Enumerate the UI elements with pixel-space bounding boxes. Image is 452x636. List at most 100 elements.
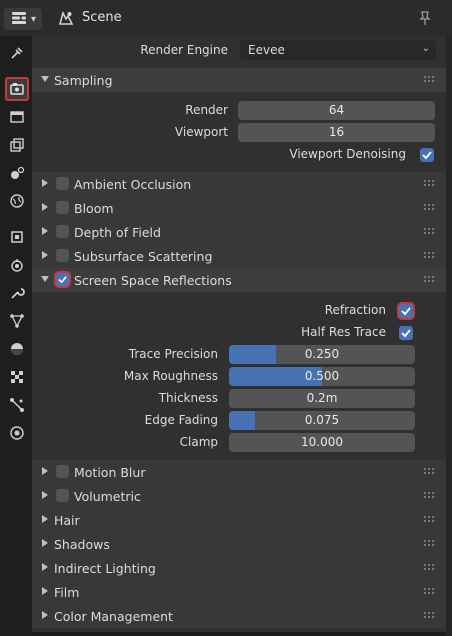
- viewport-denoising-label: Viewport Denoising: [289, 147, 406, 161]
- drag-handle-icon[interactable]: [424, 76, 436, 84]
- modifier-icon: [11, 259, 23, 272]
- panel-header-subsurface-scattering[interactable]: Subsurface Scattering: [32, 244, 446, 268]
- render-engine-label: Render Engine: [140, 43, 228, 57]
- pin-icon[interactable]: [418, 10, 432, 26]
- tab-data[interactable]: [5, 421, 29, 445]
- tab-tool[interactable]: [5, 41, 29, 65]
- volumetric-checkbox[interactable]: [56, 489, 69, 502]
- drag-handle-icon[interactable]: [424, 492, 436, 500]
- panel-header-motion-blur[interactable]: Motion Blur: [32, 460, 446, 484]
- trace-precision-slider[interactable]: 0.250: [229, 345, 415, 364]
- drag-handle-icon[interactable]: [424, 204, 436, 212]
- properties-editor: ▾ Scene Render Engine Eevee ⌄ Sampling R…: [0, 0, 452, 636]
- collapsed-arrow-icon: [42, 251, 48, 259]
- drag-handle-icon[interactable]: [424, 540, 436, 548]
- panel-title: Volumetric: [74, 489, 141, 504]
- panel-title: Sampling: [54, 73, 113, 88]
- tab-modifiers[interactable]: [5, 253, 29, 277]
- panel-header-hair[interactable]: Hair: [32, 508, 446, 532]
- checkmark-icon: [401, 307, 411, 316]
- drag-handle-icon[interactable]: [424, 612, 436, 620]
- tab-render[interactable]: [5, 77, 29, 101]
- panel-body-screen-space-reflections: Refraction Half Res Trace Trace Precisio…: [32, 292, 446, 460]
- tab-physics[interactable]: [5, 337, 29, 361]
- tab-object[interactable]: [5, 225, 29, 249]
- edge-fading-slider[interactable]: 0.075: [229, 411, 415, 430]
- tab-view-layer[interactable]: [5, 133, 29, 157]
- panel-header-volumetric[interactable]: Volumetric: [32, 484, 446, 508]
- panel-header-film[interactable]: Film: [32, 580, 446, 604]
- panel-title: Shadows: [54, 537, 110, 552]
- drag-handle-icon[interactable]: [424, 468, 436, 476]
- tab-texture[interactable]: [5, 365, 29, 389]
- scene-icon: [59, 10, 74, 25]
- checkmark-icon: [58, 276, 67, 284]
- motion-blur-checkbox[interactable]: [56, 465, 69, 478]
- depth-of-field-checkbox[interactable]: [56, 225, 69, 238]
- screen-space-reflections-checkbox[interactable]: [56, 273, 69, 286]
- panel-header-indirect-lighting[interactable]: Indirect Lighting: [32, 556, 446, 580]
- tab-particles[interactable]: [5, 309, 29, 333]
- panel-header-screen-space-reflections[interactable]: Screen Space Reflections: [32, 268, 446, 292]
- thickness-value: 0.2m: [306, 391, 338, 405]
- render-samples-field[interactable]: 64: [238, 101, 435, 120]
- tab-scene[interactable]: [5, 161, 29, 185]
- editor-type-button[interactable]: ▾: [4, 8, 42, 30]
- viewport-samples-label: Viewport: [174, 125, 228, 139]
- panel-title: Color Management: [54, 609, 173, 624]
- tab-wrench[interactable]: [5, 281, 29, 305]
- clamp-field[interactable]: 10.000: [229, 433, 415, 452]
- drag-handle-icon[interactable]: [424, 180, 436, 188]
- render-engine-row: Render Engine Eevee ⌄: [32, 40, 446, 60]
- drag-handle-icon[interactable]: [424, 276, 436, 284]
- half-res-trace-checkbox[interactable]: [399, 326, 413, 340]
- drag-handle-icon[interactable]: [424, 516, 436, 524]
- scrollbar-track[interactable]: [446, 36, 452, 636]
- collapsed-arrow-icon: [42, 467, 48, 475]
- panel-header-sampling[interactable]: Sampling: [32, 68, 446, 92]
- edge-fading-label: Edge Fading: [144, 413, 218, 427]
- editor-header: ▾ Scene: [0, 0, 452, 36]
- panel-header-ambient-occlusion[interactable]: Ambient Occlusion: [32, 172, 446, 196]
- properties-editor-icon: [12, 12, 26, 24]
- object-icon: [11, 231, 23, 243]
- max-roughness-slider[interactable]: 0.500: [229, 367, 415, 386]
- drag-handle-icon[interactable]: [424, 228, 436, 236]
- viewport-samples-field[interactable]: 16: [238, 123, 435, 142]
- data-icon: [10, 426, 24, 440]
- chevron-down-icon: ▾: [31, 14, 37, 25]
- panel-body-sampling: Render 64 Viewport 16 Viewport Denoising: [32, 92, 446, 170]
- output-icon: [10, 111, 24, 123]
- drag-handle-icon[interactable]: [424, 588, 436, 596]
- tab-constraints[interactable]: [5, 393, 29, 417]
- world-icon: [10, 194, 24, 208]
- collapsed-arrow-icon: [42, 539, 48, 547]
- collapsed-arrow-icon: [42, 515, 48, 523]
- panel-title: Depth of Field: [74, 225, 161, 240]
- subsurface-scattering-checkbox[interactable]: [56, 249, 69, 262]
- panel-title: Film: [54, 585, 80, 600]
- collapsed-arrow-icon: [42, 179, 48, 187]
- tab-world[interactable]: [5, 189, 29, 213]
- render-icon: [10, 83, 24, 95]
- checkmark-icon: [422, 151, 432, 160]
- tool-icon: [11, 47, 23, 59]
- panel-header-shadows[interactable]: Shadows: [32, 532, 446, 556]
- tab-output[interactable]: [5, 105, 29, 129]
- render-engine-dropdown[interactable]: Eevee ⌄: [240, 40, 436, 60]
- drag-handle-icon[interactable]: [424, 564, 436, 572]
- panel-title: Bloom: [74, 201, 114, 216]
- viewport-denoising-checkbox[interactable]: [420, 148, 434, 162]
- refraction-checkbox[interactable]: [399, 304, 413, 318]
- collapsed-arrow-icon: [42, 491, 48, 499]
- collapsed-arrow-icon: [42, 587, 48, 595]
- panel-header-depth-of-field[interactable]: Depth of Field: [32, 220, 446, 244]
- drag-handle-icon[interactable]: [424, 252, 436, 260]
- panel-header-bloom[interactable]: Bloom: [32, 196, 446, 220]
- panel-header-color-management[interactable]: Color Management: [32, 604, 446, 628]
- collapsed-arrow-icon: [42, 203, 48, 211]
- ambient-occlusion-checkbox[interactable]: [56, 177, 69, 190]
- bloom-checkbox[interactable]: [56, 201, 69, 214]
- thickness-field[interactable]: 0.2m: [229, 389, 415, 408]
- edge-fading-value: 0.075: [304, 413, 340, 427]
